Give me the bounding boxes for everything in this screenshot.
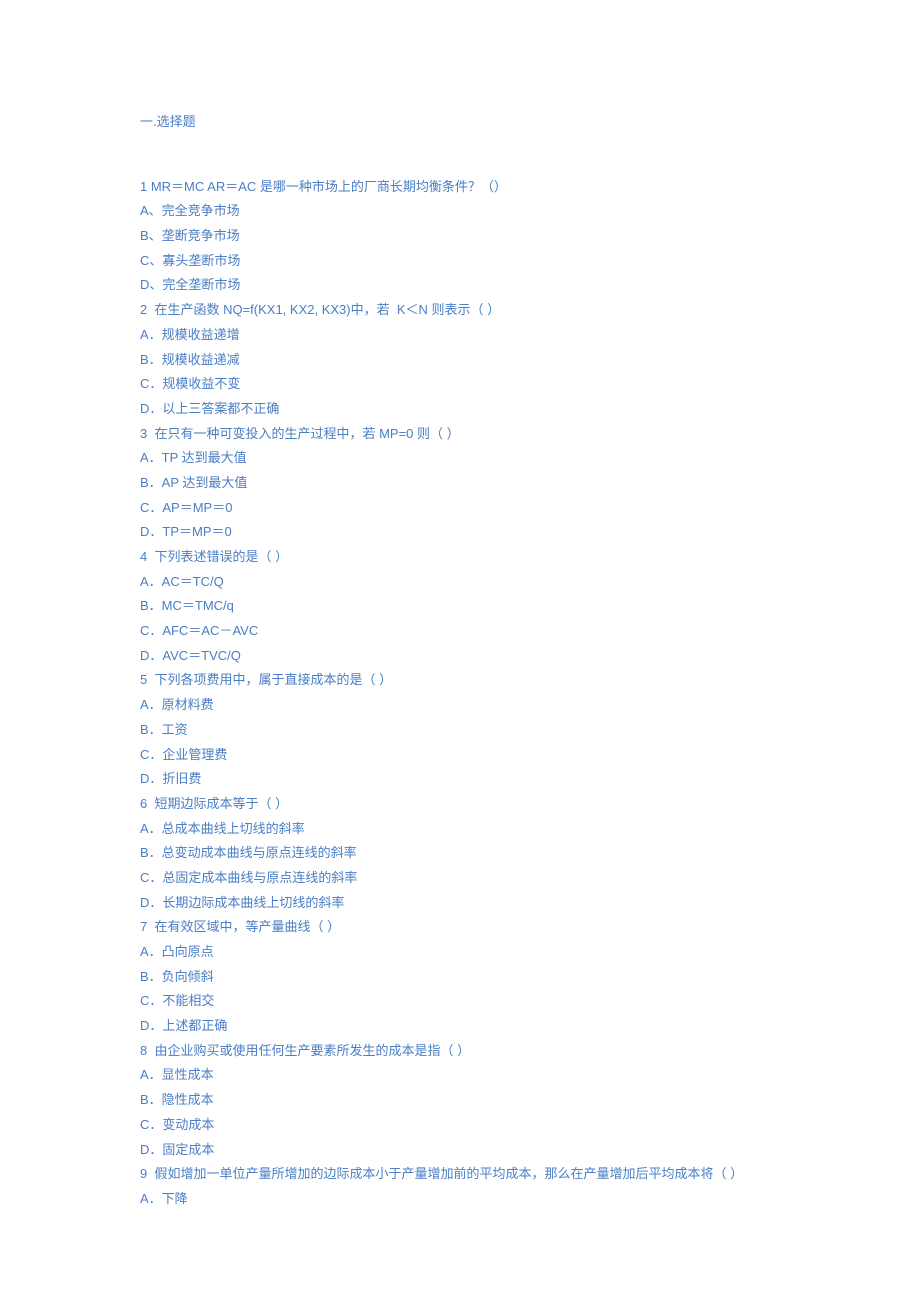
question-stem: 7 在有效区域中，等产量曲线（ ）: [140, 915, 780, 940]
question-option: A．显性成本: [140, 1063, 780, 1088]
question-option: B．隐性成本: [140, 1088, 780, 1113]
question-list: 1 MR＝MC AR＝AC 是哪一种市场上的厂商长期均衡条件？（）A、完全竞争市…: [140, 175, 780, 1212]
question-stem: 8 由企业购买或使用任何生产要素所发生的成本是指（ ）: [140, 1039, 780, 1064]
document-page: 一.选择题 1 MR＝MC AR＝AC 是哪一种市场上的厂商长期均衡条件？（）A…: [0, 0, 920, 1312]
question-option: B．规模收益递减: [140, 348, 780, 373]
question-option: D．以上三答案都不正确: [140, 397, 780, 422]
question-option: B．总变动成本曲线与原点连线的斜率: [140, 841, 780, 866]
question-option: D．折旧费: [140, 767, 780, 792]
question-option: B．MC＝TMC/q: [140, 594, 780, 619]
question-option: A．下降: [140, 1187, 780, 1212]
section-title: 一.选择题: [140, 110, 780, 135]
question-option: D．上述都正确: [140, 1014, 780, 1039]
question-option: C．AP＝MP＝0: [140, 496, 780, 521]
question-option: B．负向倾斜: [140, 965, 780, 990]
question-option: D、完全垄断市场: [140, 273, 780, 298]
question-stem: 2 在生产函数 NQ=f(KX1, KX2, KX3)中，若 K＜N 则表示（ …: [140, 298, 780, 323]
question-stem: 5 下列各项费用中，属于直接成本的是（ ）: [140, 668, 780, 693]
question-option: A．总成本曲线上切线的斜率: [140, 817, 780, 842]
question-stem: 6 短期边际成本等于（ ）: [140, 792, 780, 817]
question-option: D．TP＝MP＝0: [140, 520, 780, 545]
question-option: D．长期边际成本曲线上切线的斜率: [140, 891, 780, 916]
question-option: C．企业管理费: [140, 743, 780, 768]
question-option: A．规模收益递增: [140, 323, 780, 348]
question-option: B．工资: [140, 718, 780, 743]
question-option: A．TP 达到最大值: [140, 446, 780, 471]
question-stem: 9 假如增加一单位产量所增加的边际成本小于产量增加前的平均成本，那么在产量增加后…: [140, 1162, 780, 1187]
question-option: C．不能相交: [140, 989, 780, 1014]
question-stem: 1 MR＝MC AR＝AC 是哪一种市场上的厂商长期均衡条件？（）: [140, 175, 780, 200]
question-option: D．AVC＝TVC/Q: [140, 644, 780, 669]
question-stem: 4 下列表述错误的是（ ）: [140, 545, 780, 570]
question-option: B、垄断竞争市场: [140, 224, 780, 249]
question-option: B．AP 达到最大值: [140, 471, 780, 496]
question-option: C、寡头垄断市场: [140, 249, 780, 274]
question-option: A、完全竞争市场: [140, 199, 780, 224]
question-option: D．固定成本: [140, 1138, 780, 1163]
question-option: A．原材料费: [140, 693, 780, 718]
question-option: C．规模收益不变: [140, 372, 780, 397]
question-option: C．AFC＝AC－AVC: [140, 619, 780, 644]
question-option: C．变动成本: [140, 1113, 780, 1138]
question-option: A．凸向原点: [140, 940, 780, 965]
question-option: C．总固定成本曲线与原点连线的斜率: [140, 866, 780, 891]
question-option: A．AC＝TC/Q: [140, 570, 780, 595]
question-stem: 3 在只有一种可变投入的生产过程中，若 MP=0 则（ ）: [140, 422, 780, 447]
